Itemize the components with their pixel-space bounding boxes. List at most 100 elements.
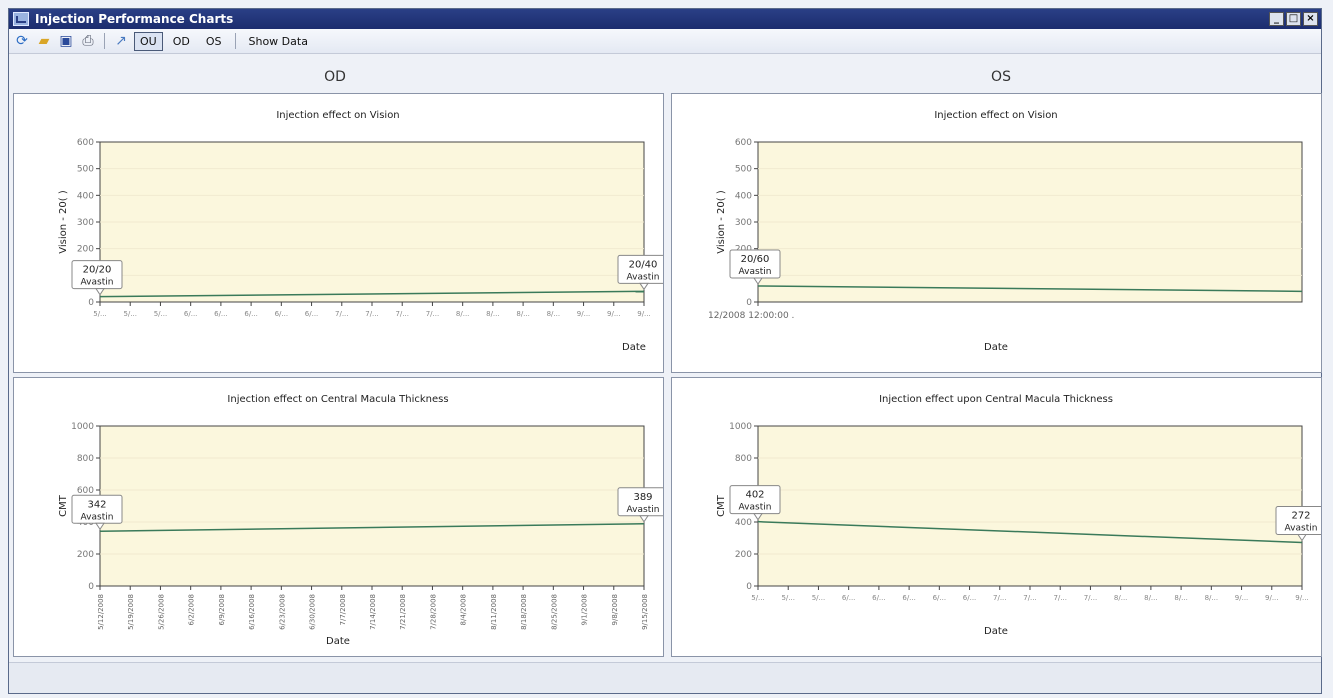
- x-tick-label: 5/...: [781, 594, 795, 602]
- y-tick-label: 200: [77, 550, 94, 560]
- x-tick-label: 6/...: [963, 594, 977, 602]
- callout-value: 20/20: [83, 265, 112, 276]
- x-tick-label: 9/...: [607, 310, 621, 318]
- window-title: Injection Performance Charts: [35, 12, 234, 26]
- callout-drug: Avastin: [1285, 523, 1318, 533]
- maximize-button[interactable]: □: [1286, 12, 1301, 26]
- callout-value: 272: [1291, 510, 1310, 521]
- callout-drug: Avastin: [627, 505, 660, 515]
- minimize-button[interactable]: _: [1269, 12, 1284, 26]
- y-tick-label: 400: [735, 518, 752, 528]
- chart-title: Injection effect upon Central Macula Thi…: [879, 394, 1113, 405]
- close-button[interactable]: ×: [1303, 12, 1318, 26]
- chart-svg: Injection effect on Central Macula Thick…: [58, 394, 663, 647]
- x-tick-label: 6/...: [214, 310, 228, 318]
- x-axis-label: Date: [984, 342, 1008, 353]
- x-tick-label: 8/...: [486, 310, 500, 318]
- y-tick-label: 500: [77, 165, 94, 175]
- x-tick-label: 8/...: [516, 310, 530, 318]
- y-tick-label: 500: [735, 165, 752, 175]
- x-tick-label: 6/...: [902, 594, 916, 602]
- x-tick-label: 6/2/2008: [188, 594, 196, 625]
- y-axis-label: CMT: [58, 494, 69, 517]
- x-tick-label: 5/...: [154, 310, 168, 318]
- y-tick-label: 400: [735, 191, 752, 201]
- y-tick-label: 800: [735, 454, 752, 464]
- os-button[interactable]: OS: [200, 32, 228, 51]
- callout-value: 20/40: [629, 259, 658, 270]
- y-tick-label: 0: [88, 298, 94, 308]
- open-folder-icon[interactable]: ▰: [35, 32, 53, 50]
- x-tick-label: 9/...: [1295, 594, 1309, 602]
- callout-value: 389: [633, 492, 652, 503]
- x-tick-label: 7/...: [365, 310, 379, 318]
- callout-value: 402: [745, 490, 764, 501]
- x-tick-label: 5/26/2008: [157, 594, 165, 630]
- y-tick-label: 0: [746, 582, 752, 592]
- toolbar: ⟳ ▰ ▣ ⎙ ↗ OU OD OS Show Data: [9, 29, 1321, 54]
- y-tick-label: 200: [735, 550, 752, 560]
- os-cmt-chart-panel: Injection effect upon Central Macula Thi…: [671, 377, 1322, 657]
- toolbar-separator: [104, 33, 105, 49]
- x-tick-label: 6/30/2008: [309, 594, 317, 630]
- x-axis-label: Date: [622, 342, 646, 353]
- status-bar: [9, 662, 1321, 693]
- x-tick-label: 8/11/2008: [490, 594, 498, 630]
- x-tick-label: 7/...: [1053, 594, 1067, 602]
- x-tick-label: 8/...: [1144, 594, 1158, 602]
- x-tick-label: 6/23/2008: [278, 594, 286, 630]
- y-tick-label: 800: [77, 454, 94, 464]
- x-tick-label: 9/...: [1235, 594, 1249, 602]
- chart-title: Injection effect on Central Macula Thick…: [227, 394, 448, 405]
- os-header: OS: [991, 69, 1011, 85]
- save-icon[interactable]: ▣: [57, 32, 75, 50]
- y-tick-label: 400: [77, 191, 94, 201]
- eye-headers: OD OS: [9, 65, 1321, 89]
- callout-drug: Avastin: [627, 272, 660, 282]
- y-tick-label: 1000: [729, 422, 752, 432]
- x-tick-label: 5/...: [93, 310, 107, 318]
- y-axis-label: Vision - 20( ): [58, 190, 69, 254]
- x-tick-label: 5/...: [751, 594, 765, 602]
- x-tick-label: 8/...: [456, 310, 470, 318]
- print-icon[interactable]: ⎙: [79, 32, 97, 50]
- x-tick-label: 6/...: [842, 594, 856, 602]
- y-tick-label: 200: [77, 245, 94, 255]
- x-tick-label: 7/14/2008: [369, 594, 377, 630]
- callout-drug: Avastin: [81, 278, 114, 288]
- od-button[interactable]: OD: [167, 32, 196, 51]
- callout-drug: Avastin: [81, 512, 114, 522]
- chart-svg: Injection effect on Vision 600 500 400 300 20…: [58, 110, 663, 353]
- y-tick-label: 1000: [71, 422, 94, 432]
- x-tick-label: 5/...: [123, 310, 137, 318]
- x-axis-label: Date: [984, 626, 1008, 637]
- x-tick-label: 8/4/2008: [460, 594, 468, 625]
- x-tick-label: 12/2008 12:00:00 .: [708, 311, 794, 321]
- x-tick-label: 5/12/2008: [97, 594, 105, 630]
- y-tick-label: 0: [746, 298, 752, 308]
- x-tick-label: 6/...: [872, 594, 886, 602]
- export-icon[interactable]: ↗: [112, 32, 130, 50]
- x-tick-label: 5/19/2008: [127, 594, 135, 630]
- refresh-icon[interactable]: ⟳: [13, 32, 31, 50]
- window-controls: _ □ ×: [1269, 12, 1321, 26]
- y-tick-label: 600: [77, 138, 94, 148]
- x-tick-label: 7/...: [426, 310, 440, 318]
- x-tick-label: 6/...: [184, 310, 198, 318]
- show-data-button[interactable]: Show Data: [243, 32, 314, 51]
- chart-svg: Injection effect on Vision 600 500 400 300 20…: [708, 110, 1303, 353]
- x-tick-label: 6/...: [305, 310, 319, 318]
- x-tick-label: 8/...: [1174, 594, 1188, 602]
- y-tick-label: 0: [88, 582, 94, 592]
- x-tick-label: 9/...: [577, 310, 591, 318]
- x-tick-label: 5/...: [812, 594, 826, 602]
- od-header: OD: [324, 69, 346, 85]
- callout-drug: Avastin: [739, 503, 772, 513]
- x-tick-label: 9/...: [637, 310, 651, 318]
- x-tick-label: 6/16/2008: [248, 594, 256, 630]
- od-cmt-chart-panel: Injection effect on Central Macula Thick…: [13, 377, 664, 657]
- callout-value: 20/60: [741, 254, 770, 265]
- x-tick-label: 7/...: [395, 310, 409, 318]
- ou-button[interactable]: OU: [134, 31, 163, 51]
- plot-area: [99, 425, 645, 587]
